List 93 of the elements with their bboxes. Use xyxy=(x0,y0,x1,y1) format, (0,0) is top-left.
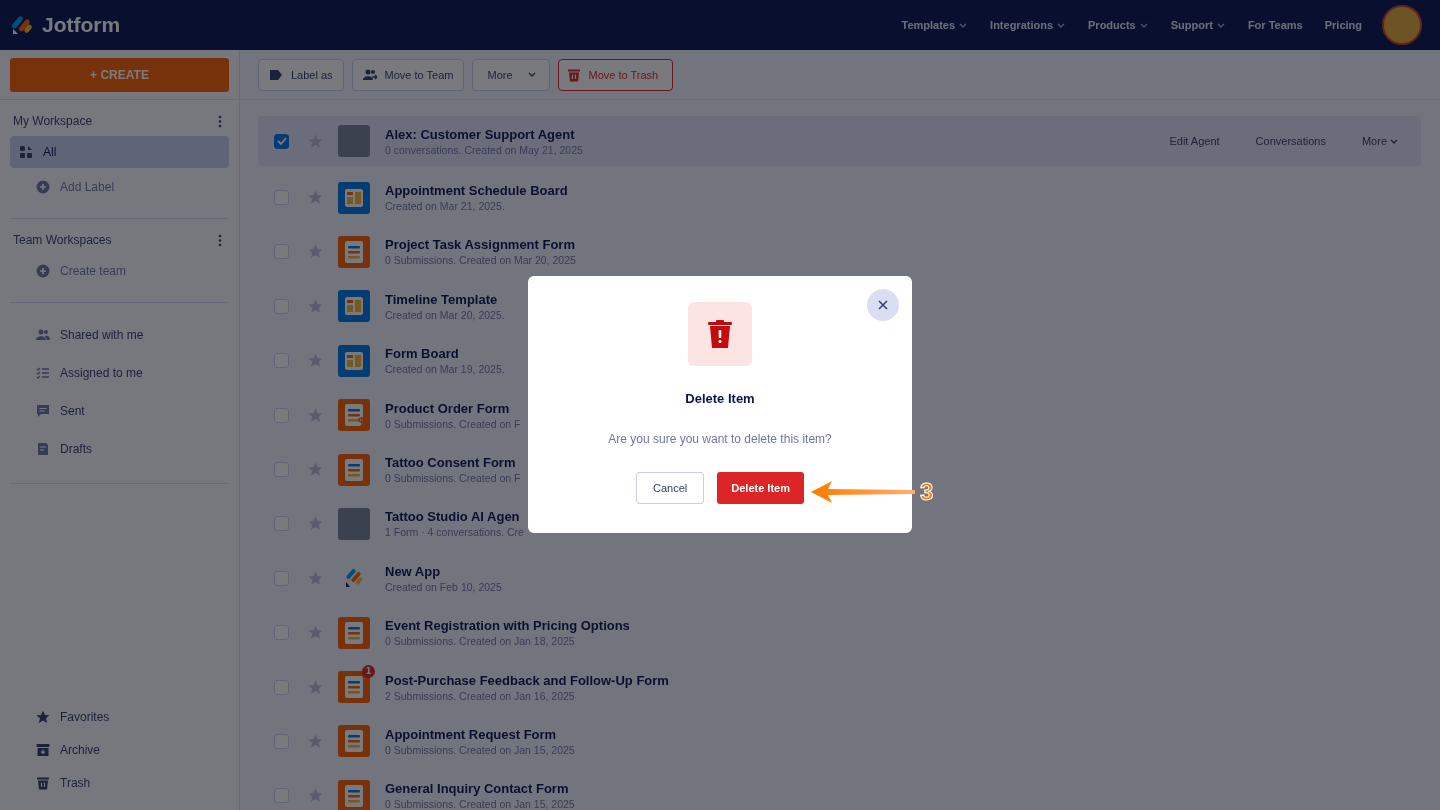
plus-icon xyxy=(36,264,50,278)
form-icon xyxy=(338,453,370,486)
close-button[interactable] xyxy=(867,289,899,321)
star-icon[interactable] xyxy=(308,788,323,804)
star-icon[interactable] xyxy=(308,516,323,532)
sidebar-item[interactable]: Archive xyxy=(10,734,229,766)
logo-wordmark[interactable]: Jotform xyxy=(42,13,121,37)
step-number: 3 xyxy=(920,478,934,506)
item-details: 2 Submissions. Created on Jan 16, 2025 xyxy=(385,689,576,702)
message-icon xyxy=(36,404,50,418)
create-button[interactable]: + CREATE xyxy=(10,57,229,92)
people-icon xyxy=(362,67,377,82)
item-title[interactable]: Form Board xyxy=(385,346,505,362)
star-icon[interactable] xyxy=(308,298,323,314)
board-icon xyxy=(338,181,370,214)
star-icon[interactable] xyxy=(308,190,323,206)
delete-button[interactable]: Delete Item xyxy=(717,472,804,504)
nav-link[interactable]: Support xyxy=(1170,19,1226,31)
item-title[interactable]: New App xyxy=(385,563,502,579)
checkbox[interactable] xyxy=(274,133,289,149)
board-icon xyxy=(338,290,370,323)
item-title[interactable]: Timeline Template xyxy=(385,291,505,307)
sidebar-item[interactable]: Assigned to me xyxy=(10,357,229,389)
star-icon[interactable] xyxy=(308,734,323,749)
star-icon[interactable] xyxy=(308,244,323,260)
action-link[interactable]: Conversations xyxy=(1241,131,1340,151)
action-link[interactable]: Edit Agent xyxy=(1155,131,1234,151)
archive-box-icon xyxy=(36,743,50,757)
avatar[interactable] xyxy=(1382,5,1422,45)
sidebar-item[interactable]: Add Label xyxy=(10,171,229,203)
section-heading: My Workspace xyxy=(13,114,93,128)
star-icon[interactable] xyxy=(308,462,323,478)
item-title[interactable]: General Inquiry Contact Form xyxy=(385,781,575,797)
more-button[interactable]: More xyxy=(472,58,550,91)
sidebar-item[interactable]: Sent xyxy=(10,395,229,427)
form-icon xyxy=(338,616,370,649)
item-title[interactable]: Tattoo Consent Form xyxy=(385,455,521,471)
item-title[interactable]: Event Registration with Pricing Options xyxy=(385,618,630,634)
notification-badge: 1 xyxy=(362,665,375,679)
toolbar-button[interactable]: Move to Team xyxy=(351,58,465,91)
sidebar-item[interactable]: Shared with me xyxy=(10,319,229,351)
caret-icon xyxy=(526,70,537,79)
checklist-icon xyxy=(36,366,50,380)
nav-link[interactable]: Products xyxy=(1088,19,1149,31)
star-icon[interactable] xyxy=(308,407,323,423)
photo-placeholder xyxy=(338,507,370,540)
star-icon[interactable] xyxy=(308,570,323,586)
item-title[interactable]: Product Order Form xyxy=(385,400,521,416)
section-heading: Team Workspaces xyxy=(13,233,112,247)
nav-link[interactable]: Integrations xyxy=(990,19,1067,31)
item-title[interactable]: Alex: Customer Support Agent xyxy=(385,126,583,142)
item-title[interactable]: Project Task Assignment Form xyxy=(385,237,576,253)
toolbar-button[interactable]: Label as xyxy=(258,58,344,91)
form-icon xyxy=(338,725,370,758)
check-icon xyxy=(276,137,287,145)
sidebar-item[interactable]: Trash xyxy=(10,767,229,799)
plus-icon xyxy=(36,180,50,194)
sidebar-item[interactable]: Drafts xyxy=(10,433,229,465)
nav-link[interactable]: Pricing xyxy=(1324,19,1362,31)
people-icon xyxy=(36,328,50,342)
close-icon xyxy=(878,300,888,310)
grid-icon xyxy=(19,145,33,159)
nav-link[interactable]: For Teams xyxy=(1247,19,1303,31)
logo-icon xyxy=(12,14,34,36)
trash-icon xyxy=(36,776,50,790)
form-icon xyxy=(338,235,370,268)
trash-button[interactable]: Move to Trash xyxy=(557,58,674,91)
nav-link[interactable]: Templates xyxy=(901,19,969,31)
cancel-button[interactable]: Cancel xyxy=(636,472,705,504)
star-icon[interactable] xyxy=(308,353,323,369)
star-icon[interactable] xyxy=(308,679,323,695)
item-title[interactable]: Appointment Request Form xyxy=(385,727,575,742)
document-icon xyxy=(36,442,50,456)
trash-icon xyxy=(708,320,732,348)
dialog-title: Delete Item xyxy=(685,391,755,406)
kebab-icon xyxy=(218,233,222,247)
tag-icon xyxy=(269,67,283,82)
sidebar-item[interactable]: Favorites xyxy=(10,701,229,733)
item-title[interactable]: Post-Purchase Feedback and Follow-Up Form xyxy=(385,672,669,688)
star-icon xyxy=(36,710,50,724)
trash-icon xyxy=(566,67,581,82)
item-title[interactable]: Tattoo Studio AI Agen xyxy=(385,509,524,525)
photo-placeholder xyxy=(338,125,370,157)
action-link[interactable]: More xyxy=(1347,131,1413,151)
item-title[interactable]: Appointment Schedule Board xyxy=(385,183,568,199)
sidebar-item[interactable]: All xyxy=(10,136,229,168)
sidebar-item[interactable]: Create team xyxy=(10,255,229,287)
kebab-icon xyxy=(218,114,222,128)
arrow-icon xyxy=(810,480,916,504)
board-icon xyxy=(338,344,370,377)
dialog-message: Are you sure you want to delete this item? xyxy=(608,432,832,446)
payment-form-icon xyxy=(338,399,370,432)
star-icon[interactable] xyxy=(308,625,323,641)
